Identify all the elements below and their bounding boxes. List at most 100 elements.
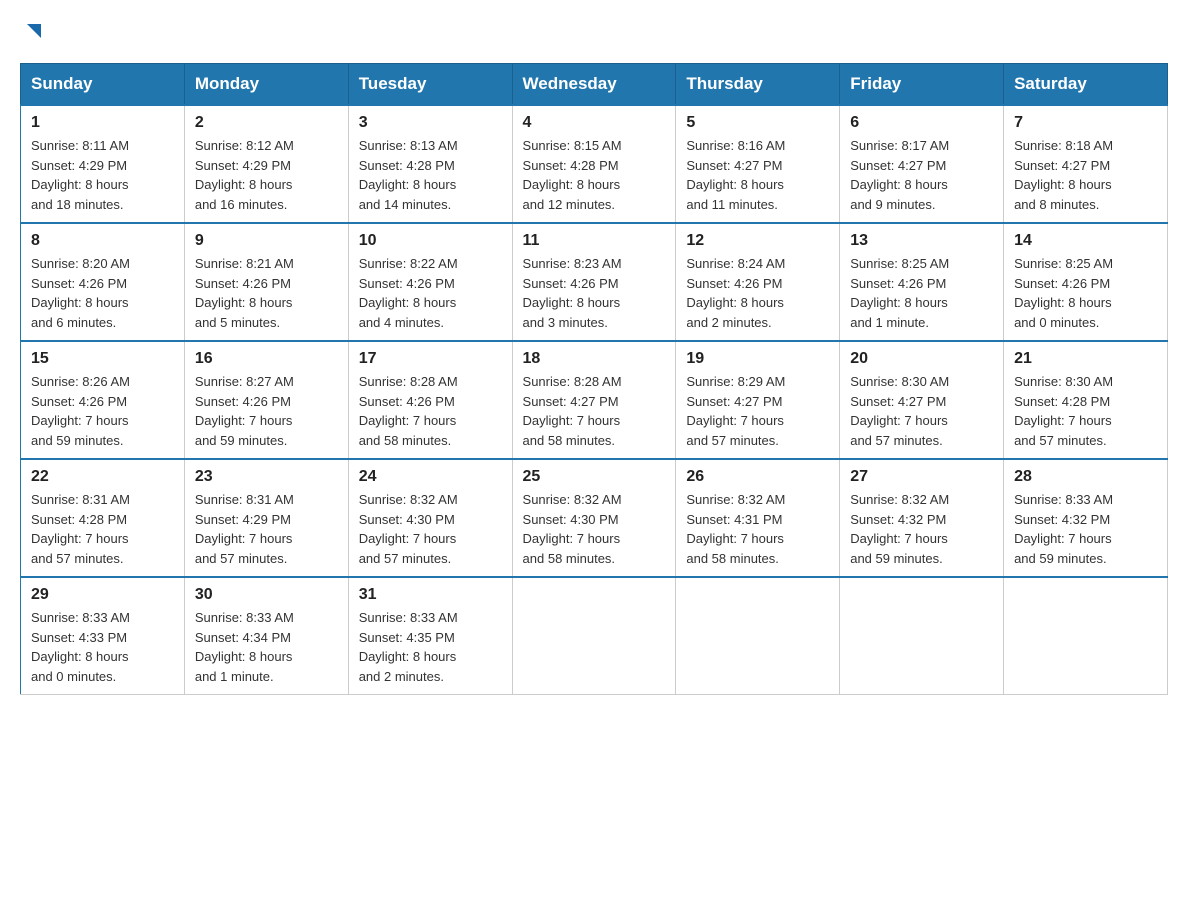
day-header-sunday: Sunday xyxy=(21,64,185,106)
calendar-cell: 3 Sunrise: 8:13 AMSunset: 4:28 PMDaylight… xyxy=(348,105,512,223)
day-info: Sunrise: 8:20 AMSunset: 4:26 PMDaylight:… xyxy=(31,254,174,332)
day-info: Sunrise: 8:31 AMSunset: 4:28 PMDaylight:… xyxy=(31,490,174,568)
calendar-cell: 29 Sunrise: 8:33 AMSunset: 4:33 PMDayligh… xyxy=(21,577,185,695)
day-info: Sunrise: 8:30 AMSunset: 4:28 PMDaylight:… xyxy=(1014,372,1157,450)
day-info: Sunrise: 8:28 AMSunset: 4:26 PMDaylight:… xyxy=(359,372,502,450)
page-header xyxy=(20,20,1168,47)
day-info: Sunrise: 8:28 AMSunset: 4:27 PMDaylight:… xyxy=(523,372,666,450)
calendar-week-3: 15Sunrise: 8:26 AMSunset: 4:26 PMDayligh… xyxy=(21,341,1168,459)
day-info: Sunrise: 8:23 AMSunset: 4:26 PMDaylight:… xyxy=(523,254,666,332)
day-number: 20 xyxy=(850,350,993,368)
day-number: 9 xyxy=(195,232,338,250)
day-info: Sunrise: 8:13 AMSunset: 4:28 PMDaylight:… xyxy=(359,136,502,214)
calendar-cell: 30 Sunrise: 8:33 AMSunset: 4:34 PMDayligh… xyxy=(184,577,348,695)
day-number: 14 xyxy=(1014,232,1157,250)
day-number: 17 xyxy=(359,350,502,368)
day-info: Sunrise: 8:33 AMSunset: 4:34 PMDaylight:… xyxy=(195,608,338,686)
day-info: Sunrise: 8:27 AMSunset: 4:26 PMDaylight:… xyxy=(195,372,338,450)
day-info: Sunrise: 8:16 AMSunset: 4:27 PMDaylight:… xyxy=(686,136,829,214)
day-header-thursday: Thursday xyxy=(676,64,840,106)
day-info: Sunrise: 8:33 AMSunset: 4:33 PMDaylight:… xyxy=(31,608,174,686)
logo xyxy=(20,20,45,47)
day-number: 19 xyxy=(686,350,829,368)
day-number: 15 xyxy=(31,350,174,368)
calendar-cell: 14 Sunrise: 8:25 AMSunset: 4:26 PMDayligh… xyxy=(1004,223,1168,341)
day-info: Sunrise: 8:11 AMSunset: 4:29 PMDaylight:… xyxy=(31,136,174,214)
calendar-week-1: 1 Sunrise: 8:11 AMSunset: 4:29 PMDaylight… xyxy=(21,105,1168,223)
calendar-cell: 2Sunrise: 8:12 AMSunset: 4:29 PMDaylight… xyxy=(184,105,348,223)
calendar-cell: 20 Sunrise: 8:30 AMSunset: 4:27 PMDayligh… xyxy=(840,341,1004,459)
calendar-cell: 27 Sunrise: 8:32 AMSunset: 4:32 PMDayligh… xyxy=(840,459,1004,577)
calendar-cell xyxy=(840,577,1004,695)
calendar-cell: 5Sunrise: 8:16 AMSunset: 4:27 PMDaylight… xyxy=(676,105,840,223)
day-number: 6 xyxy=(850,114,993,132)
day-info: Sunrise: 8:32 AMSunset: 4:31 PMDaylight:… xyxy=(686,490,829,568)
day-info: Sunrise: 8:25 AMSunset: 4:26 PMDaylight:… xyxy=(850,254,993,332)
day-info: Sunrise: 8:25 AMSunset: 4:26 PMDaylight:… xyxy=(1014,254,1157,332)
calendar-week-5: 29 Sunrise: 8:33 AMSunset: 4:33 PMDayligh… xyxy=(21,577,1168,695)
calendar-cell xyxy=(1004,577,1168,695)
day-number: 16 xyxy=(195,350,338,368)
calendar-cell: 18 Sunrise: 8:28 AMSunset: 4:27 PMDayligh… xyxy=(512,341,676,459)
day-info: Sunrise: 8:31 AMSunset: 4:29 PMDaylight:… xyxy=(195,490,338,568)
calendar-cell: 16 Sunrise: 8:27 AMSunset: 4:26 PMDayligh… xyxy=(184,341,348,459)
day-number: 24 xyxy=(359,468,502,486)
calendar-cell: 26 Sunrise: 8:32 AMSunset: 4:31 PMDayligh… xyxy=(676,459,840,577)
day-info: Sunrise: 8:30 AMSunset: 4:27 PMDaylight:… xyxy=(850,372,993,450)
calendar-cell: 10Sunrise: 8:22 AMSunset: 4:26 PMDayligh… xyxy=(348,223,512,341)
day-header-tuesday: Tuesday xyxy=(348,64,512,106)
calendar-cell: 13 Sunrise: 8:25 AMSunset: 4:26 PMDayligh… xyxy=(840,223,1004,341)
day-number: 27 xyxy=(850,468,993,486)
day-header-friday: Friday xyxy=(840,64,1004,106)
day-info: Sunrise: 8:33 AMSunset: 4:32 PMDaylight:… xyxy=(1014,490,1157,568)
day-header-monday: Monday xyxy=(184,64,348,106)
logo-arrow-icon xyxy=(23,20,45,47)
day-info: Sunrise: 8:32 AMSunset: 4:30 PMDaylight:… xyxy=(359,490,502,568)
calendar-cell: 23 Sunrise: 8:31 AMSunset: 4:29 PMDayligh… xyxy=(184,459,348,577)
day-number: 10 xyxy=(359,232,502,250)
day-number: 8 xyxy=(31,232,174,250)
day-header-saturday: Saturday xyxy=(1004,64,1168,106)
calendar-cell: 24 Sunrise: 8:32 AMSunset: 4:30 PMDayligh… xyxy=(348,459,512,577)
day-info: Sunrise: 8:17 AMSunset: 4:27 PMDaylight:… xyxy=(850,136,993,214)
calendar-cell xyxy=(512,577,676,695)
calendar-cell: 12Sunrise: 8:24 AMSunset: 4:26 PMDayligh… xyxy=(676,223,840,341)
calendar-cell: 25Sunrise: 8:32 AMSunset: 4:30 PMDayligh… xyxy=(512,459,676,577)
day-number: 2 xyxy=(195,114,338,132)
day-info: Sunrise: 8:33 AMSunset: 4:35 PMDaylight:… xyxy=(359,608,502,686)
day-number: 7 xyxy=(1014,114,1157,132)
day-number: 3 xyxy=(359,114,502,132)
calendar-cell: 8 Sunrise: 8:20 AMSunset: 4:26 PMDaylight… xyxy=(21,223,185,341)
day-info: Sunrise: 8:32 AMSunset: 4:30 PMDaylight:… xyxy=(523,490,666,568)
day-number: 22 xyxy=(31,468,174,486)
day-number: 13 xyxy=(850,232,993,250)
calendar-cell: 11 Sunrise: 8:23 AMSunset: 4:26 PMDayligh… xyxy=(512,223,676,341)
day-header-wednesday: Wednesday xyxy=(512,64,676,106)
calendar-week-2: 8 Sunrise: 8:20 AMSunset: 4:26 PMDaylight… xyxy=(21,223,1168,341)
day-info: Sunrise: 8:29 AMSunset: 4:27 PMDaylight:… xyxy=(686,372,829,450)
calendar-cell: 6 Sunrise: 8:17 AMSunset: 4:27 PMDaylight… xyxy=(840,105,1004,223)
day-number: 4 xyxy=(523,114,666,132)
calendar-cell: 9 Sunrise: 8:21 AMSunset: 4:26 PMDaylight… xyxy=(184,223,348,341)
day-number: 29 xyxy=(31,586,174,604)
calendar-cell: 15Sunrise: 8:26 AMSunset: 4:26 PMDayligh… xyxy=(21,341,185,459)
day-number: 31 xyxy=(359,586,502,604)
calendar-cell: 21Sunrise: 8:30 AMSunset: 4:28 PMDayligh… xyxy=(1004,341,1168,459)
day-info: Sunrise: 8:32 AMSunset: 4:32 PMDaylight:… xyxy=(850,490,993,568)
calendar-cell: 1 Sunrise: 8:11 AMSunset: 4:29 PMDaylight… xyxy=(21,105,185,223)
day-number: 1 xyxy=(31,114,174,132)
day-number: 11 xyxy=(523,232,666,250)
day-info: Sunrise: 8:15 AMSunset: 4:28 PMDaylight:… xyxy=(523,136,666,214)
calendar-week-4: 22 Sunrise: 8:31 AMSunset: 4:28 PMDayligh… xyxy=(21,459,1168,577)
day-number: 12 xyxy=(686,232,829,250)
day-number: 30 xyxy=(195,586,338,604)
calendar-cell: 28Sunrise: 8:33 AMSunset: 4:32 PMDayligh… xyxy=(1004,459,1168,577)
calendar-cell: 19 Sunrise: 8:29 AMSunset: 4:27 PMDayligh… xyxy=(676,341,840,459)
day-number: 18 xyxy=(523,350,666,368)
calendar-cell: 31 Sunrise: 8:33 AMSunset: 4:35 PMDayligh… xyxy=(348,577,512,695)
day-number: 26 xyxy=(686,468,829,486)
calendar-header-row: SundayMondayTuesdayWednesdayThursdayFrid… xyxy=(21,64,1168,106)
day-info: Sunrise: 8:21 AMSunset: 4:26 PMDaylight:… xyxy=(195,254,338,332)
day-number: 23 xyxy=(195,468,338,486)
calendar-table: SundayMondayTuesdayWednesdayThursdayFrid… xyxy=(20,63,1168,695)
